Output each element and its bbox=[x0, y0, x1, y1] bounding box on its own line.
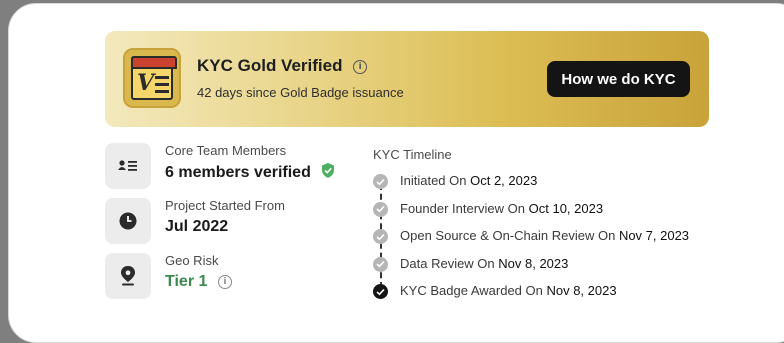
core-team-value-row: 6 members verified bbox=[165, 163, 335, 182]
check-circle-icon bbox=[373, 201, 388, 217]
timeline-item-label: Open Source & On-Chain Review On bbox=[400, 228, 619, 243]
banner-subtitle: 42 days since Gold Badge issuance bbox=[197, 85, 404, 100]
core-team-stat: Core Team Members 6 members verified bbox=[105, 141, 355, 191]
geo-risk-value-row: Tier 1 i bbox=[165, 273, 232, 291]
clock-icon bbox=[105, 198, 151, 244]
map-pin-icon bbox=[105, 253, 151, 299]
geo-risk-label: Geo Risk bbox=[165, 253, 219, 268]
core-team-value: 6 members verified bbox=[165, 164, 311, 181]
kyc-gold-banner: V KYC Gold Verified i 42 days since Gold… bbox=[105, 31, 709, 127]
geo-risk-value: Tier 1 bbox=[165, 273, 208, 290]
timeline-item-date: Nov 7, 2023 bbox=[618, 228, 690, 243]
kyc-timeline: Initiated On Oct 2, 2023 Founder Intervi… bbox=[373, 172, 733, 310]
timeline-item: Data Review On Nov 8, 2023 bbox=[373, 255, 733, 283]
id-card-icon bbox=[105, 143, 151, 189]
banner-title: KYC Gold Verified bbox=[197, 56, 343, 75]
check-circle-icon bbox=[373, 174, 388, 189]
core-team-label: Core Team Members bbox=[165, 143, 287, 158]
timeline-item: Founder Interview On Oct 10, 2023 bbox=[373, 200, 733, 228]
kyc-gold-badge-icon: V bbox=[123, 48, 181, 108]
banner-title-row: KYC Gold Verified i bbox=[197, 56, 368, 76]
timeline-item: Open Source & On-Chain Review On Nov 7, … bbox=[373, 227, 733, 255]
how-we-do-kyc-button[interactable]: How we do KYC bbox=[547, 61, 690, 97]
timeline-item-label: KYC Badge Awarded On bbox=[400, 283, 547, 298]
timeline-item-label: Founder Interview On bbox=[400, 200, 529, 216]
kyc-card: V KYC Gold Verified i 42 days since Gold… bbox=[8, 3, 784, 343]
verified-shield-icon bbox=[322, 163, 335, 178]
geo-risk-info-icon[interactable]: i bbox=[217, 274, 232, 289]
info-icon[interactable]: i bbox=[353, 59, 368, 74]
timeline-item: Initiated On Oct 2, 2023 bbox=[373, 172, 733, 200]
project-started-value: Jul 2022 bbox=[165, 218, 229, 235]
timeline-item: KYC Badge Awarded On Nov 8, 2023 bbox=[373, 282, 733, 310]
document-icon: V bbox=[131, 56, 177, 100]
timeline-item-date: Nov 8, 2023 bbox=[498, 255, 569, 271]
timeline-item-label: Data Review On bbox=[400, 255, 499, 271]
check-circle-icon bbox=[373, 229, 388, 244]
timeline-item-label: Initiated On bbox=[400, 173, 471, 188]
geo-risk-stat: Geo Risk Tier 1 i bbox=[105, 251, 355, 301]
kyc-timeline-title: KYC Timeline bbox=[373, 147, 452, 162]
check-circle-icon bbox=[373, 256, 388, 272]
timeline-item-date: Oct 10, 2023 bbox=[528, 200, 604, 216]
text-lines-icon bbox=[155, 76, 169, 97]
badge-letter: V bbox=[137, 70, 155, 96]
timeline-item-date: Nov 8, 2023 bbox=[546, 283, 617, 298]
timeline-item-date: Oct 2, 2023 bbox=[470, 173, 538, 188]
project-started-label: Project Started From bbox=[165, 198, 285, 213]
project-started-stat: Project Started From Jul 2022 bbox=[105, 196, 355, 246]
check-circle-filled-icon bbox=[373, 284, 388, 299]
